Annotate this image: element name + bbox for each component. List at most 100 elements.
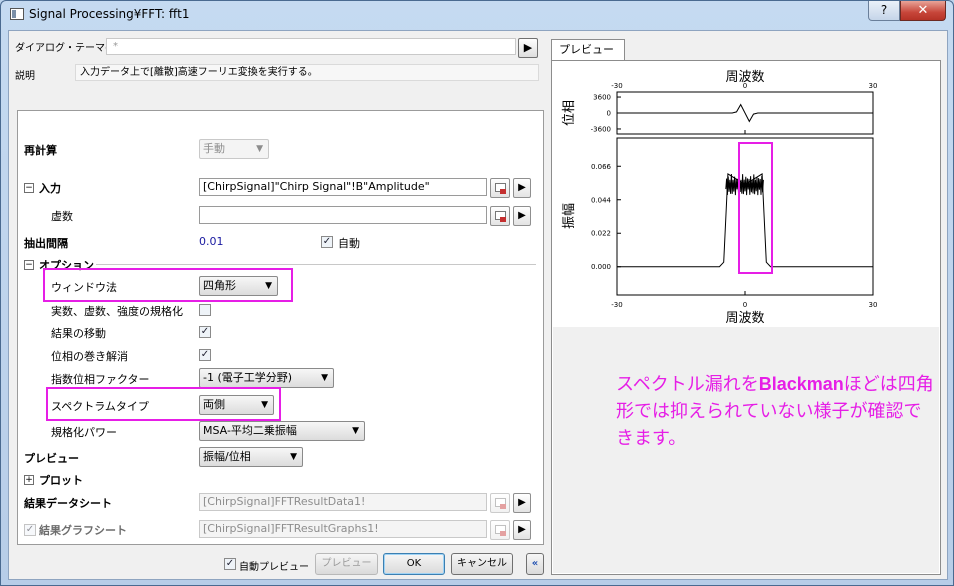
triangle-right-icon: ▶	[518, 182, 526, 193]
interval-label: 抽出間隔	[24, 237, 68, 250]
power-label: 規格化パワー	[51, 426, 117, 439]
power-combo[interactable]: MSA-平均二乗振幅 ▼	[199, 421, 365, 441]
collapse-input-icon[interactable]: −	[24, 183, 34, 193]
leakage-note: スペクトル漏れをBlackmanほどは四角形では抑えられていない様子が確認できま…	[616, 371, 936, 452]
leakage-note-text: スペクトル漏れをBlackmanほどは四角形では抑えられていない様子が確認できま…	[616, 374, 934, 449]
x-tick-label: 30	[869, 301, 878, 309]
preview-graph: 周波数 位相 -30 0 30 3600 0 -3600 周波数 振幅 -30 0 30 0.0…	[553, 64, 939, 330]
chevron-down-icon: ▼	[256, 144, 263, 154]
collapse-button[interactable]: «	[526, 553, 544, 575]
imag-field[interactable]	[199, 206, 487, 224]
input-menu-button[interactable]: ▶	[513, 178, 531, 198]
interval-value: 0.01	[199, 235, 224, 248]
leakage-highlight	[738, 142, 773, 274]
power-value: MSA-平均二乗振幅	[203, 424, 297, 437]
y-tick-label: 0.044	[591, 196, 612, 204]
column-picker-icon[interactable]	[490, 206, 510, 226]
x-tick-label: 0	[743, 82, 747, 90]
y-tick-label: 0.066	[591, 163, 612, 171]
normalize-checkbox[interactable]	[199, 304, 211, 316]
auto-preview-label: 自動プレビュー	[239, 562, 309, 573]
result-sheet-field[interactable]: [ChirpSignal]FFTResultData1!	[199, 493, 487, 511]
recalc-value: 手動	[203, 142, 225, 155]
amplitude-plot-frame	[616, 137, 874, 296]
preview-frame: 周波数 位相 -30 0 30 3600 0 -3600 周波数 振幅 -30 0 30 0.0…	[551, 60, 941, 575]
auto-checkbox[interactable]: ✓	[321, 236, 333, 248]
result-sheet-menu-button[interactable]: ▶	[513, 493, 531, 513]
y-tick-label: 3600	[593, 94, 611, 102]
preview-type-label: プレビュー	[24, 452, 79, 465]
input-field[interactable]: [ChirpSignal]"Chirp Signal"!B"Amplitude"	[199, 178, 487, 196]
help-button[interactable]: ?	[868, 1, 900, 21]
y-tick-label: -3600	[591, 125, 611, 133]
phase-axis-ticks: -30 0 30 3600 0 -3600	[591, 82, 878, 134]
result-sheet-label: 結果データシート	[24, 497, 112, 510]
y-tick-label: 0.022	[591, 230, 611, 238]
amplitude-x-axis-title: 周波数	[725, 311, 764, 326]
theme-input[interactable]: *	[106, 38, 516, 55]
result-graph-menu-button[interactable]: ▶	[513, 520, 531, 540]
plot-label: プロット	[39, 474, 83, 487]
triangle-right-icon: ▶	[518, 497, 526, 508]
chevron-down-icon: ▼	[352, 426, 359, 436]
ok-button[interactable]: OK	[383, 553, 445, 575]
chevron-down-icon: ▼	[321, 373, 328, 383]
y-tick-label: 0.000	[591, 263, 611, 271]
preview-button[interactable]: プレビュー	[315, 553, 378, 575]
fft-chart: 周波数 位相 -30 0 30 3600 0 -3600 周波数 振幅 -30 0 30 0.0…	[562, 70, 878, 326]
imag-menu-button[interactable]: ▶	[513, 206, 531, 226]
exp-value: -1 (電子工学分野)	[203, 371, 293, 384]
theme-menu-button[interactable]: ▶	[518, 38, 538, 58]
recalc-label: 再計算	[24, 144, 57, 157]
preview-type-combo[interactable]: 振幅/位相 ▼	[199, 447, 303, 467]
shift-label: 結果の移動	[51, 327, 106, 340]
dialog-window: Signal Processing¥FFT: fft1 ? ✕ ダイアログ・テー…	[0, 0, 954, 586]
blackman-keyword: Blackman	[758, 374, 844, 394]
column-picker-icon[interactable]	[490, 178, 510, 198]
exp-combo[interactable]: -1 (電子工学分野) ▼	[199, 368, 334, 388]
triangle-right-icon: ▶	[523, 41, 533, 54]
result-graph-field[interactable]: [ChirpSignal]FFTResultGraphs1!	[199, 520, 487, 538]
result-graph-checkbox[interactable]: ✓	[24, 524, 36, 536]
window-title: Signal Processing¥FFT: fft1	[29, 7, 190, 21]
preview-type-value: 振幅/位相	[203, 450, 251, 463]
exp-label: 指数位相ファクター	[51, 373, 150, 386]
triangle-right-icon: ▶	[518, 524, 526, 535]
options-divider	[96, 264, 536, 265]
result-graph-label: 結果グラフシート	[39, 524, 127, 537]
auto-preview-checkbox[interactable]: ✓	[224, 558, 236, 570]
desc-text: 入力データ上で[離散]高速フーリエ変換を実行する。	[75, 64, 539, 81]
graph-picker-icon[interactable]	[490, 520, 510, 540]
spectrum-highlight	[46, 387, 281, 421]
chevron-down-icon: ▼	[290, 452, 297, 462]
amplitude-panel: 周波数 振幅 -30 0 30 0.066 0.044 0.022 0.000	[562, 137, 878, 326]
theme-label: ダイアログ・テーマ(H)	[15, 43, 121, 54]
expand-plot-icon[interactable]: +	[24, 475, 34, 485]
settings-panel: 再計算 手動 ▼ − 入力 [ChirpSignal]"Chirp Signal"…	[17, 110, 544, 545]
phase-panel: 周波数 位相 -30 0 3036000-3600	[562, 70, 878, 135]
title-bar[interactable]: Signal Processing¥FFT: fft1 ? ✕	[1, 1, 954, 29]
sheet-picker-icon[interactable]	[490, 493, 510, 513]
shift-checkbox[interactable]: ✓	[199, 326, 211, 338]
unwrap-label: 位相の巻き解消	[51, 350, 128, 363]
dialog-client: ダイアログ・テーマ(H) * ▶ 説明 入力データ上で[離散]高速フーリエ変換を…	[8, 30, 948, 580]
amplitude-y-axis-title: 振幅	[562, 203, 577, 229]
close-button[interactable]: ✕	[900, 1, 946, 21]
recalc-combo[interactable]: 手動 ▼	[199, 139, 269, 159]
unwrap-checkbox[interactable]: ✓	[199, 349, 211, 361]
x-tick-label: 30	[869, 82, 878, 90]
input-label: 入力	[39, 182, 61, 195]
cancel-button[interactable]: キャンセル	[451, 553, 513, 575]
imag-label: 虚数	[51, 210, 73, 223]
triangle-right-icon: ▶	[518, 210, 526, 221]
phase-y-axis-title: 位相	[562, 100, 577, 126]
tab-preview[interactable]: プレビュー	[551, 39, 625, 61]
x-tick-label: -30	[611, 82, 622, 90]
normalize-label: 実数、虚数、強度の規格化	[51, 305, 183, 318]
x-tick-label: -30	[611, 301, 622, 309]
desc-label: 説明	[15, 71, 35, 82]
collapse-options-icon[interactable]: −	[24, 260, 34, 270]
phase-series-line	[617, 103, 873, 123]
auto-label: 自動	[338, 237, 360, 250]
x-tick-label: 0	[743, 301, 747, 309]
